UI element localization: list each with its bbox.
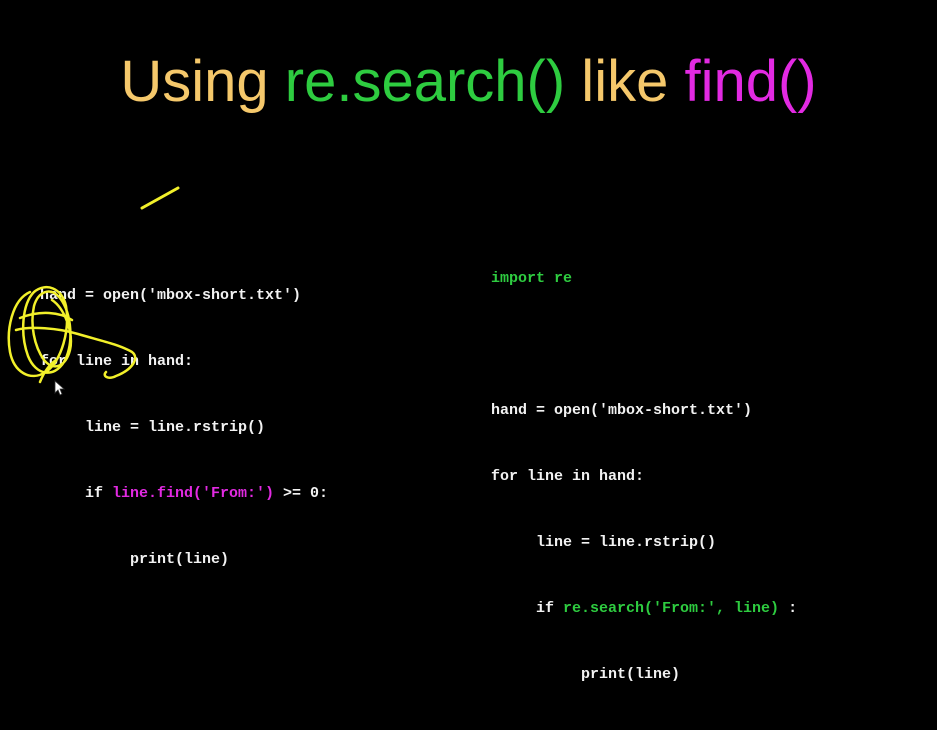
import-line: import re — [491, 270, 573, 287]
code-line: for line in hand: — [491, 468, 645, 485]
find-code-block: hand = open('mbox-short.txt') for line i… — [40, 241, 328, 615]
code-line-if: if line.find('From:') >= 0: — [40, 483, 328, 505]
re-search-code-block: import re hand = open('mbox-short.txt') … — [491, 224, 797, 730]
if-keyword: if — [536, 600, 564, 617]
code-line: for line in hand: — [40, 353, 194, 370]
slide-title: Using re.search() like find() — [0, 44, 937, 120]
slide: Using re.search() like find() hand = ope… — [0, 0, 937, 683]
code-line: hand = open('mbox-short.txt') — [40, 287, 302, 304]
title-re-search: re.search() — [284, 49, 566, 114]
if-condition-rest: >= 0: — [274, 485, 329, 502]
if-condition-rest: : — [779, 600, 798, 617]
code-line: print(line) — [130, 551, 230, 568]
re-search-call: re.search('From:', line) — [563, 600, 780, 617]
code-line-if: if re.search('From:', line) : — [491, 598, 797, 620]
code-line: print(line) — [581, 666, 681, 683]
title-like: like — [565, 49, 685, 114]
title-using: Using — [120, 49, 285, 114]
if-keyword: if — [85, 485, 113, 502]
code-line: line = line.rstrip() — [536, 534, 717, 551]
annotation-stroke-dash — [140, 186, 180, 210]
code-line: hand = open('mbox-short.txt') — [491, 402, 753, 419]
code-line: line = line.rstrip() — [85, 419, 266, 436]
find-call: line.find('From:') — [112, 485, 275, 502]
title-find: find() — [684, 49, 817, 114]
